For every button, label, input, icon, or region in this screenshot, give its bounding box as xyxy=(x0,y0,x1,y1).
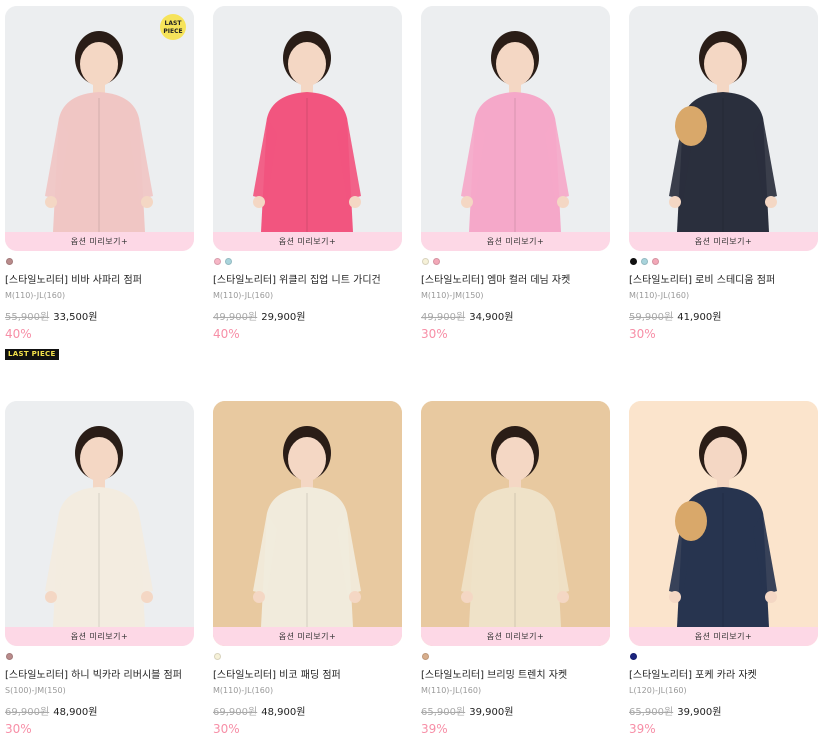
option-preview-button[interactable]: 옵션 미리보기+ xyxy=(5,627,194,646)
sale-price: 34,900원 xyxy=(469,312,514,323)
color-swatches xyxy=(421,258,610,266)
last-piece-tag: LAST PIECE xyxy=(5,349,59,360)
price-row: 69,900원 48,900원 xyxy=(5,706,194,720)
price-row: 49,900원 29,900원 xyxy=(213,311,402,325)
product-card[interactable]: 옵션 미리보기+ [스타일노리터] 비코 패딩 점퍼 M(110)-JL(160… xyxy=(213,401,402,737)
option-preview-button[interactable]: 옵션 미리보기+ xyxy=(421,232,610,251)
product-card[interactable]: 옵션 미리보기+ [스타일노리터] 로비 스테디움 점퍼 M(110)-JL(1… xyxy=(629,6,818,342)
sale-price: 33,500원 xyxy=(53,312,98,323)
product-size-range: M(110)-JL(160) xyxy=(213,291,274,300)
color-swatch[interactable] xyxy=(225,258,232,265)
sale-price: 48,900원 xyxy=(261,707,306,718)
product-image[interactable]: 옵션 미리보기+ xyxy=(213,401,402,646)
color-swatch[interactable] xyxy=(433,258,440,265)
product-size-range: S(100)-JM(150) xyxy=(5,686,66,695)
product-image[interactable]: 옵션 미리보기+ xyxy=(213,6,402,251)
product-card[interactable]: 옵션 미리보기+ [스타일노리터] 엠마 컬러 데님 자켓 M(110)-JM(… xyxy=(421,6,610,342)
color-swatches xyxy=(213,258,402,266)
product-card[interactable]: 옵션 미리보기+ [스타일노리터] 포케 카라 자켓 L(120)-JL(160… xyxy=(629,401,818,737)
product-size-range: M(110)-JL(160) xyxy=(629,291,690,300)
product-size-range: L(120)-JL(160) xyxy=(629,686,687,695)
option-preview-button[interactable]: 옵션 미리보기+ xyxy=(213,232,402,251)
product-name[interactable]: [스타일노리터] 로비 스테디움 점퍼 xyxy=(629,274,818,288)
option-preview-button[interactable]: 옵션 미리보기+ xyxy=(421,627,610,646)
color-swatch[interactable] xyxy=(6,653,13,660)
option-preview-button[interactable]: 옵션 미리보기+ xyxy=(213,627,402,646)
color-swatch[interactable] xyxy=(641,258,648,265)
original-price: 55,900원 xyxy=(5,312,50,323)
product-name[interactable]: [스타일노리터] 비바 사파리 점퍼 xyxy=(5,274,194,288)
product-name[interactable]: [스타일노리터] 포케 카라 자켓 xyxy=(629,669,818,683)
product-image[interactable]: 옵션 미리보기+ xyxy=(629,6,818,251)
product-name[interactable]: [스타일노리터] 브리밍 트렌치 자켓 xyxy=(421,669,610,683)
product-card[interactable]: 옵션 미리보기+ [스타일노리터] 하니 빅카라 리버시블 점퍼 S(100)-… xyxy=(5,401,194,737)
original-price: 49,900원 xyxy=(213,312,258,323)
product-image[interactable]: LAST PIECE 옵션 미리보기+ xyxy=(5,6,194,251)
product-card[interactable]: LAST PIECE 옵션 미리보기+ [스타일노리터] 비바 사파리 점퍼 M… xyxy=(5,6,194,342)
original-price: 65,900원 xyxy=(629,707,674,718)
color-swatch[interactable] xyxy=(652,258,659,265)
sale-price: 39,900원 xyxy=(677,707,722,718)
price-row: 65,900원 39,900원 xyxy=(629,706,818,720)
color-swatches xyxy=(5,653,194,661)
discount-rate: 39% xyxy=(629,722,656,736)
discount-rate: 39% xyxy=(421,722,448,736)
color-swatch[interactable] xyxy=(630,653,637,660)
color-swatches xyxy=(629,258,818,266)
color-swatch[interactable] xyxy=(422,258,429,265)
product-size-range: M(110)-JM(150) xyxy=(421,291,484,300)
sale-price: 48,900원 xyxy=(53,707,98,718)
last-piece-badge: LAST PIECE xyxy=(160,14,186,40)
color-swatch[interactable] xyxy=(422,653,429,660)
color-swatch[interactable] xyxy=(6,258,13,265)
color-swatch[interactable] xyxy=(214,653,221,660)
product-grid: LAST PIECE 옵션 미리보기+ [스타일노리터] 비바 사파리 점퍼 M… xyxy=(0,0,823,748)
sale-price: 39,900원 xyxy=(469,707,514,718)
option-preview-button[interactable]: 옵션 미리보기+ xyxy=(629,627,818,646)
product-card[interactable]: 옵션 미리보기+ [스타일노리터] 브리밍 트렌치 자켓 M(110)-JL(1… xyxy=(421,401,610,737)
discount-rate: 30% xyxy=(421,327,448,341)
sale-price: 29,900원 xyxy=(261,312,306,323)
color-swatches xyxy=(213,653,402,661)
option-preview-button[interactable]: 옵션 미리보기+ xyxy=(5,232,194,251)
product-size-range: M(110)-JL(160) xyxy=(421,686,482,695)
price-row: 65,900원 39,900원 xyxy=(421,706,610,720)
discount-rate: 40% xyxy=(213,327,240,341)
original-price: 49,900원 xyxy=(421,312,466,323)
color-swatches xyxy=(629,653,818,661)
product-card[interactable]: 옵션 미리보기+ [스타일노리터] 위클리 집업 니트 가디건 M(110)-J… xyxy=(213,6,402,342)
product-size-range: M(110)-JL(160) xyxy=(213,686,274,695)
color-swatch[interactable] xyxy=(630,258,637,265)
color-swatches xyxy=(5,258,194,266)
option-preview-button[interactable]: 옵션 미리보기+ xyxy=(629,232,818,251)
discount-rate: 30% xyxy=(213,722,240,736)
price-row: 69,900원 48,900원 xyxy=(213,706,402,720)
original-price: 65,900원 xyxy=(421,707,466,718)
discount-rate: 40% xyxy=(5,327,32,341)
original-price: 59,900원 xyxy=(629,312,674,323)
discount-rate: 30% xyxy=(629,327,656,341)
price-row: 55,900원 33,500원 xyxy=(5,311,194,325)
color-swatch[interactable] xyxy=(214,258,221,265)
color-swatches xyxy=(421,653,610,661)
original-price: 69,900원 xyxy=(213,707,258,718)
discount-rate: 30% xyxy=(5,722,32,736)
original-price: 69,900원 xyxy=(5,707,50,718)
product-size-range: M(110)-JL(160) xyxy=(5,291,66,300)
product-name[interactable]: [스타일노리터] 엠마 컬러 데님 자켓 xyxy=(421,274,610,288)
product-image[interactable]: 옵션 미리보기+ xyxy=(629,401,818,646)
product-image[interactable]: 옵션 미리보기+ xyxy=(421,401,610,646)
price-row: 49,900원 34,900원 xyxy=(421,311,610,325)
sale-price: 41,900원 xyxy=(677,312,722,323)
product-image[interactable]: 옵션 미리보기+ xyxy=(421,6,610,251)
price-row: 59,900원 41,900원 xyxy=(629,311,818,325)
product-name[interactable]: [스타일노리터] 하니 빅카라 리버시블 점퍼 xyxy=(5,669,194,683)
product-name[interactable]: [스타일노리터] 위클리 집업 니트 가디건 xyxy=(213,274,402,288)
product-name[interactable]: [스타일노리터] 비코 패딩 점퍼 xyxy=(213,669,402,683)
product-image[interactable]: 옵션 미리보기+ xyxy=(5,401,194,646)
